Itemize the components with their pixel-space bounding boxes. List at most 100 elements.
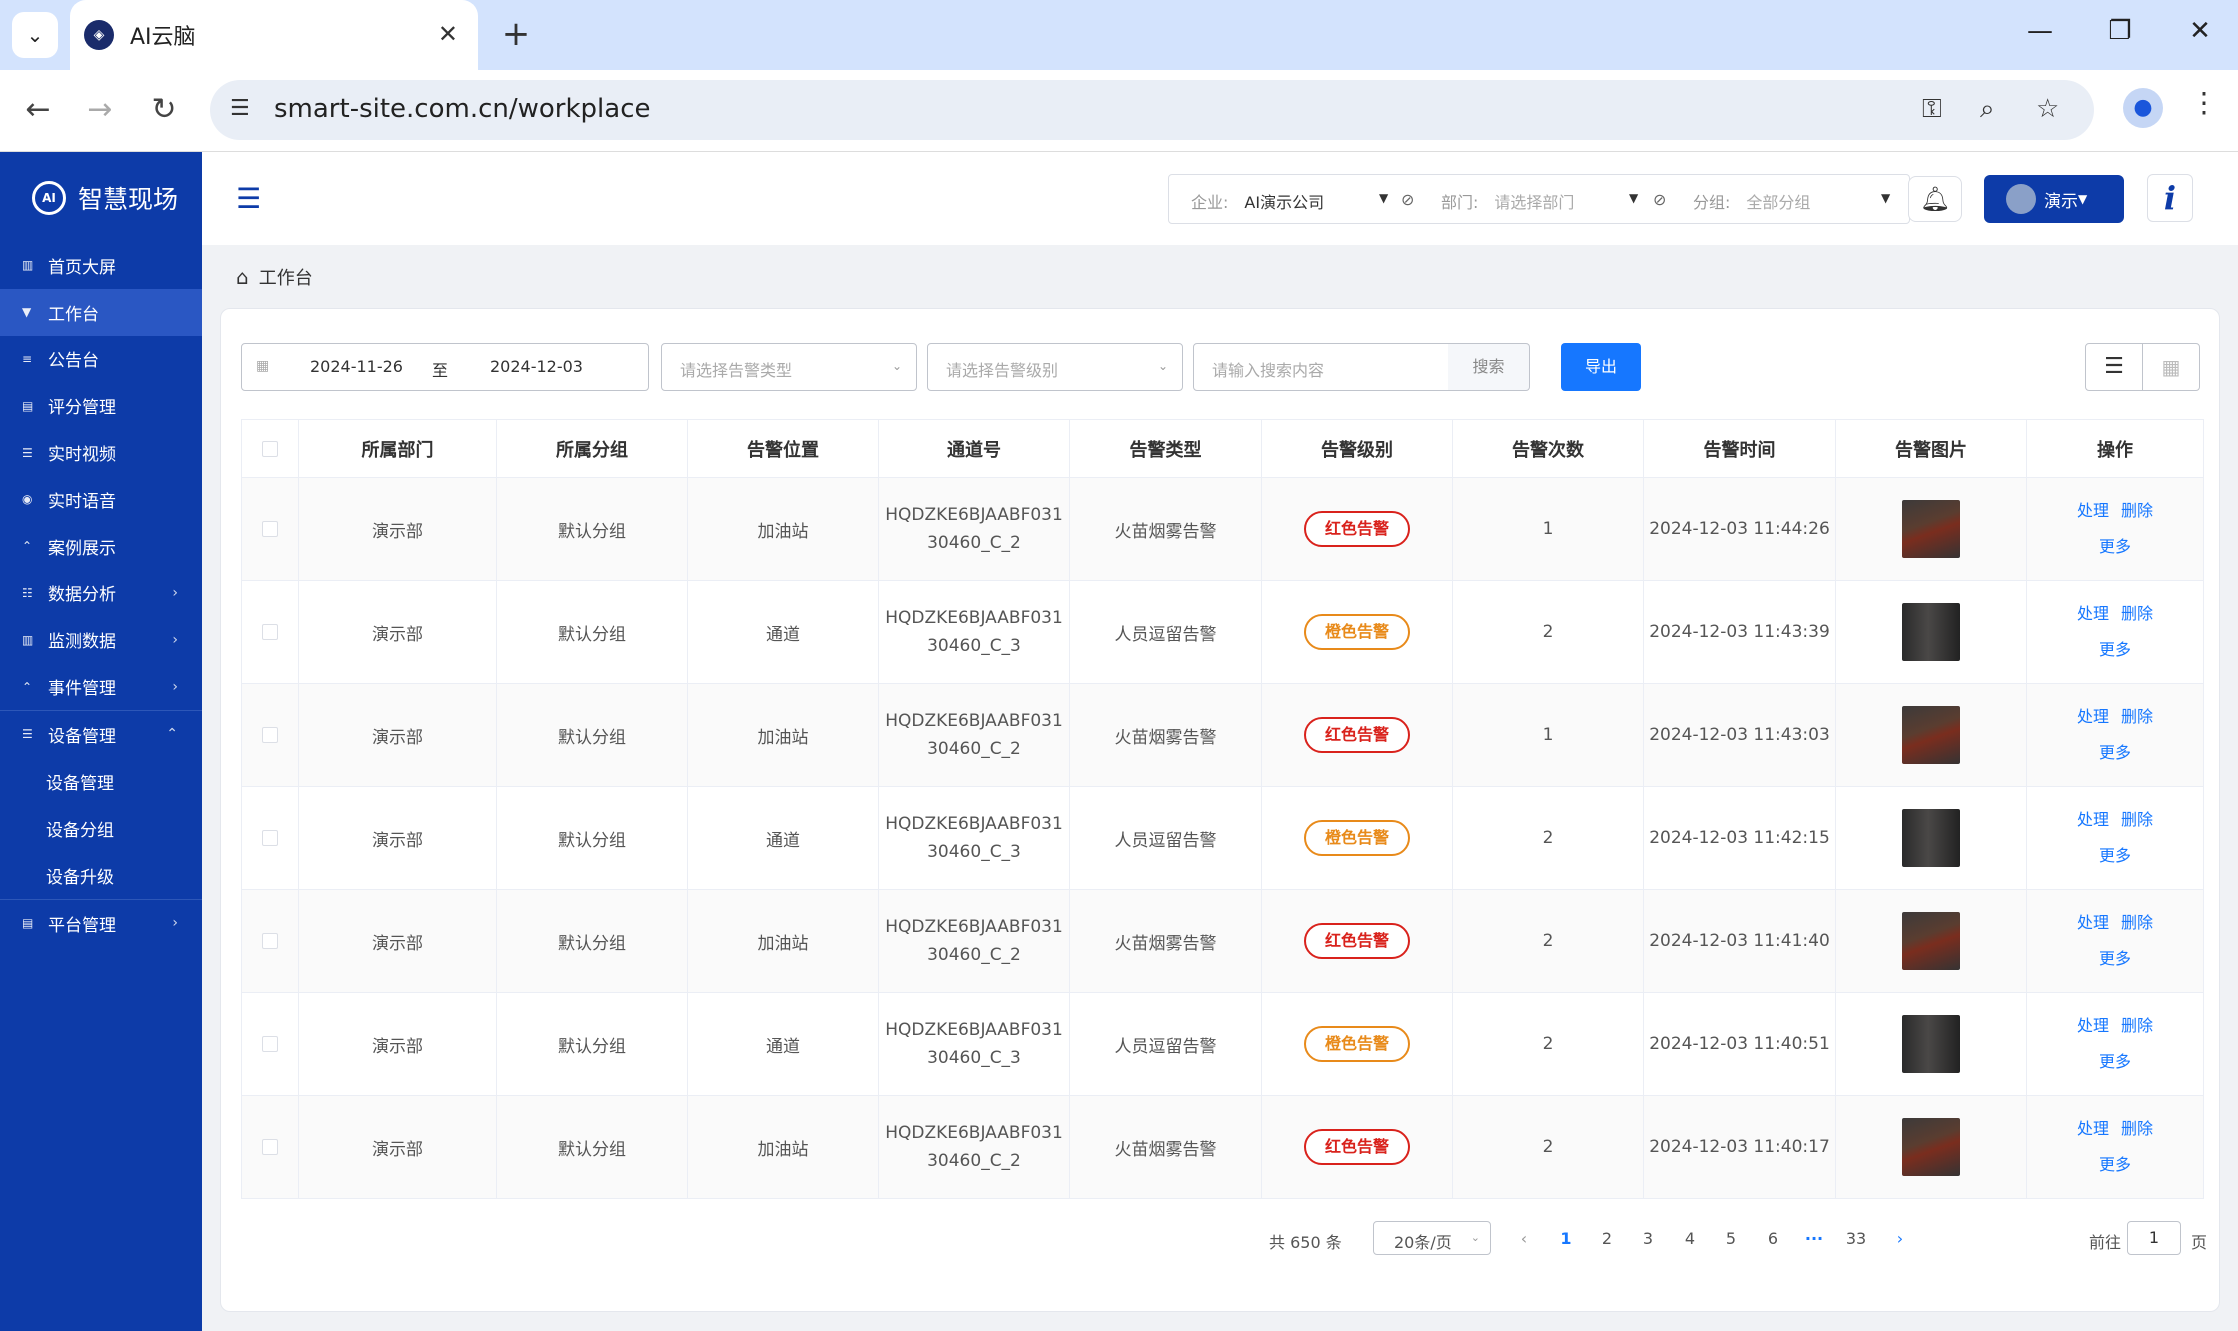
home-icon[interactable]: ⌂ [236, 265, 249, 289]
row-select-cell[interactable] [241, 992, 299, 1096]
sidebar-item-platform[interactable]: ▤ 平台管理 › [0, 900, 202, 947]
page-number[interactable]: 6 [1758, 1229, 1788, 1248]
row-checkbox[interactable] [262, 1139, 278, 1155]
delete-link[interactable]: 删除 [2121, 810, 2153, 829]
tab-close-icon[interactable]: ✕ [438, 20, 458, 48]
search-button[interactable]: 搜索 [1448, 343, 1530, 391]
handle-link[interactable]: 处理 [2077, 707, 2109, 726]
page-number[interactable]: 4 [1675, 1229, 1705, 1248]
row-checkbox[interactable] [262, 1036, 278, 1052]
row-select-cell[interactable] [241, 1095, 299, 1199]
caret-down-icon[interactable]: ▼ [1379, 191, 1388, 205]
export-button[interactable]: 导出 [1561, 343, 1641, 391]
url-text[interactable]: smart-site.com.cn/workplace [274, 94, 651, 124]
group-select[interactable]: 分组: 全部分组 [1693, 189, 1810, 213]
row-checkbox[interactable] [262, 727, 278, 743]
sidebar-item-workbench[interactable]: ▼ 工作台 [0, 288, 202, 336]
goto-page-input[interactable]: 1 [2127, 1221, 2181, 1255]
page-ellipsis[interactable]: ··· [1799, 1229, 1829, 1248]
alarm-thumbnail[interactable] [1902, 706, 1960, 764]
enterprise-select[interactable]: 企业: AI演示公司 [1191, 189, 1324, 213]
window-close-button[interactable]: ✕ [2180, 16, 2220, 46]
alarm-thumbnail[interactable] [1902, 1015, 1960, 1073]
forward-button[interactable]: → [80, 90, 120, 130]
sidebar-subitem-device-upgrade[interactable]: 设备升级 [0, 852, 202, 899]
more-link[interactable]: 更多 [2099, 846, 2131, 865]
delete-link[interactable]: 删除 [2121, 1016, 2153, 1035]
browser-menu-icon[interactable]: ⋮ [2190, 86, 2218, 119]
date-end[interactable]: 2024-12-03 [490, 357, 583, 376]
next-page-icon[interactable]: › [1885, 1229, 1915, 1248]
more-link[interactable]: 更多 [2099, 1052, 2131, 1071]
password-key-icon[interactable]: ⚿ [1922, 94, 1942, 125]
sidebar-item-monitor[interactable]: ▥ 监测数据 › [0, 616, 202, 663]
new-tab-button[interactable]: + [496, 14, 536, 54]
grid-view-icon[interactable]: ▦ [2142, 343, 2200, 391]
sidebar-item-device[interactable]: ☰ 设备管理 ⌃ [0, 711, 202, 758]
select-all-checkbox[interactable] [262, 441, 278, 457]
bookmark-star-icon[interactable]: ☆ [2036, 94, 2059, 124]
page-number[interactable]: 3 [1633, 1229, 1663, 1248]
row-checkbox[interactable] [262, 933, 278, 949]
list-view-icon[interactable]: ☰ [2085, 343, 2143, 391]
alarm-thumbnail[interactable] [1902, 603, 1960, 661]
info-button[interactable]: i [2147, 174, 2193, 222]
delete-link[interactable]: 删除 [2121, 1119, 2153, 1138]
row-select-cell[interactable] [241, 786, 299, 890]
user-menu-button[interactable]: 演示 ▼ [1984, 175, 2124, 223]
row-checkbox[interactable] [262, 521, 278, 537]
caret-down-icon[interactable]: ▼ [1881, 191, 1890, 205]
delete-link[interactable]: 删除 [2121, 707, 2153, 726]
sidebar-item-notice[interactable]: ≡ 公告台 [0, 336, 202, 383]
alarm-type-select[interactable]: 请选择告警类型 ⌄ [661, 343, 917, 391]
sidebar-item-score[interactable]: ▤ 评分管理 [0, 382, 202, 429]
more-link[interactable]: 更多 [2099, 743, 2131, 762]
delete-link[interactable]: 删除 [2121, 501, 2153, 520]
row-select-cell[interactable] [241, 683, 299, 787]
handle-link[interactable]: 处理 [2077, 913, 2109, 932]
select-all-cell[interactable] [241, 419, 299, 478]
delete-link[interactable]: 删除 [2121, 604, 2153, 623]
date-range-picker[interactable]: ▦ 2024-11-26 至 2024-12-03 [241, 343, 649, 391]
handle-link[interactable]: 处理 [2077, 1016, 2109, 1035]
department-select[interactable]: 部门: 请选择部门 [1441, 189, 1574, 213]
more-link[interactable]: 更多 [2099, 1155, 2131, 1174]
back-button[interactable]: ← [18, 90, 58, 130]
row-select-cell[interactable] [241, 580, 299, 684]
alarm-thumbnail[interactable] [1902, 500, 1960, 558]
sidebar-item-analysis[interactable]: ☷ 数据分析 › [0, 570, 202, 617]
alarm-thumbnail[interactable] [1902, 1118, 1960, 1176]
page-number[interactable]: 2 [1592, 1229, 1622, 1248]
sidebar-item-voice[interactable]: ◉ 实时语音 [0, 476, 202, 523]
alarm-thumbnail[interactable] [1902, 912, 1960, 970]
minimize-button[interactable]: — [2020, 16, 2060, 46]
row-checkbox[interactable] [262, 624, 278, 640]
handle-link[interactable]: 处理 [2077, 1119, 2109, 1138]
restore-button[interactable]: ❐ [2100, 16, 2140, 46]
more-link[interactable]: 更多 [2099, 640, 2131, 659]
brand-logo[interactable]: AI 智慧现场 [32, 180, 178, 216]
search-input[interactable]: 请输入搜索内容 [1193, 343, 1449, 391]
prev-page-icon[interactable]: ‹ [1509, 1229, 1539, 1248]
row-select-cell[interactable] [241, 889, 299, 993]
handle-link[interactable]: 处理 [2077, 604, 2109, 623]
caret-down-icon[interactable]: ▼ [1629, 191, 1638, 205]
page-number[interactable]: 1 [1551, 1229, 1581, 1248]
address-bar[interactable]: ☰ smart-site.com.cn/workplace ⚿ ⌕ ☆ [210, 80, 2094, 140]
notification-bell-icon[interactable]: 🔔︎ [1908, 176, 1962, 222]
alarm-thumbnail[interactable] [1902, 809, 1960, 867]
alarm-level-select[interactable]: 请选择告警级别 ⌄ [927, 343, 1183, 391]
page-number[interactable]: 5 [1716, 1229, 1746, 1248]
row-select-cell[interactable] [241, 477, 299, 581]
profile-avatar-icon[interactable]: ● [2123, 88, 2163, 128]
sidebar-subitem-device-manage[interactable]: 设备管理 [0, 758, 202, 805]
menu-toggle-icon[interactable]: ☰ [236, 182, 261, 215]
handle-link[interactable]: 处理 [2077, 501, 2109, 520]
delete-link[interactable]: 删除 [2121, 913, 2153, 932]
browser-tab[interactable]: ◈ AI云脑 ✕ [70, 0, 478, 70]
page-number-last[interactable]: 33 [1841, 1229, 1871, 1248]
reload-button[interactable]: ↻ [144, 90, 184, 130]
tab-search-button[interactable]: ⌄ [12, 12, 58, 58]
zoom-icon[interactable]: ⌕ [1980, 94, 1995, 125]
sidebar-item-event[interactable]: ⌃ 事件管理 › [0, 663, 202, 710]
